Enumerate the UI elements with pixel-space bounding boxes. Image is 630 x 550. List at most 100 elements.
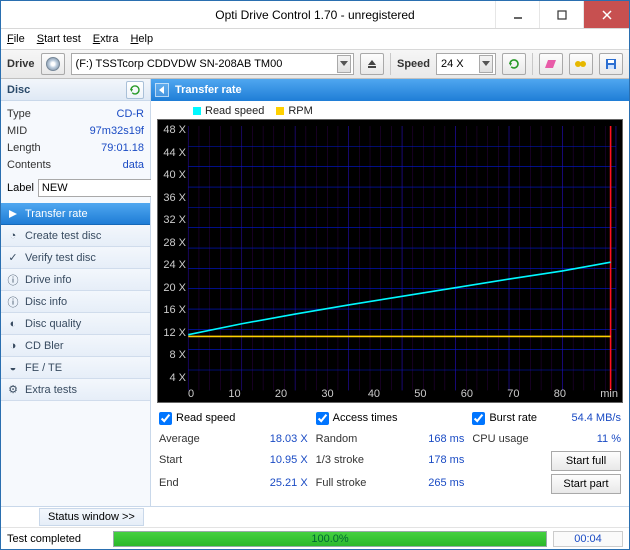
end-label: End (159, 477, 179, 489)
nav-label: Drive info (25, 274, 71, 286)
drive-label: Drive (7, 58, 35, 70)
start-value: 10.95 X (270, 454, 308, 466)
drive-select-value: (F:) TSSTcorp CDDVDW SN-208AB TM00 (76, 58, 283, 70)
cpu-value: 11 % (597, 433, 621, 445)
close-button[interactable] (583, 1, 629, 28)
titlebar: Opti Drive Control 1.70 - unregistered (1, 1, 629, 29)
disc-panel-title: Disc (7, 84, 30, 96)
average-value: 18.03 X (270, 433, 308, 445)
nav-extra-tests[interactable]: ⚙ Extra tests (1, 379, 150, 401)
cpu-label: CPU usage (472, 433, 528, 445)
start-part-button[interactable]: Start part (551, 474, 621, 494)
speed-label: Speed (397, 58, 430, 70)
nav-label: Extra tests (25, 384, 77, 396)
third-stroke-value: 178 ms (428, 454, 464, 466)
options-button[interactable] (569, 53, 593, 75)
third-stroke-label: 1/3 stroke (316, 454, 364, 466)
nav-list: Transfer rate ◔ Create test disc ✓ Verify … (1, 203, 150, 401)
disc-length-label: Length (7, 142, 41, 154)
disc-icon (46, 57, 60, 71)
collapse-icon[interactable] (155, 83, 169, 97)
app-window: Opti Drive Control 1.70 - unregistered F… (0, 0, 630, 550)
save-button[interactable] (599, 53, 623, 75)
full-stroke-label: Full stroke (316, 477, 367, 489)
start-label: Start (159, 454, 182, 466)
random-value: 168 ms (428, 433, 464, 445)
menu-help[interactable]: Help (130, 33, 153, 45)
chart-icon: ◑ (7, 340, 19, 352)
status-window-button[interactable]: Status window >> (39, 508, 144, 526)
nav-fe-te[interactable]: ◒ FE / TE (1, 357, 150, 379)
refresh-button[interactable] (502, 53, 526, 75)
info-icon: ⓘ (7, 296, 19, 308)
speed-select-value: 24 X (441, 58, 464, 70)
speed-select[interactable]: 24 X (436, 53, 496, 75)
nav-label: Disc info (25, 296, 67, 308)
nav-disc-quality[interactable]: ◐Disc quality (1, 313, 150, 335)
legend-rpm-label: RPM (288, 105, 312, 117)
menubar: File Start test Extra Help (1, 29, 629, 49)
transfer-rate-chart: 48 X44 X40 X36 X32 X28 X24 X20 X16 X12 X… (157, 119, 623, 403)
menu-extra[interactable]: Extra (93, 33, 119, 45)
test-status-label: Test completed (7, 533, 107, 545)
disc-info: TypeCD-R MID97m32s19f Length79:01.18 Con… (1, 101, 150, 177)
start-full-button[interactable]: Start full (551, 451, 621, 471)
progress-bar: 100.0% (113, 531, 547, 547)
check-icon: ✓ (7, 252, 19, 264)
legend-swatch-rpm (276, 107, 284, 115)
legend-read-label: Read speed (205, 105, 264, 117)
disc-type-value: CD-R (117, 108, 145, 120)
read-speed-checkbox[interactable]: Read speed (159, 412, 235, 425)
drive-select[interactable]: (F:) TSSTcorp CDDVDW SN-208AB TM00 (71, 53, 354, 75)
erase-button[interactable] (539, 53, 563, 75)
main-header: Transfer rate (151, 79, 629, 101)
nav-label: Verify test disc (25, 252, 96, 264)
nav-disc-info[interactable]: ⓘ Disc info (1, 291, 150, 313)
end-value: 25.21 X (270, 477, 308, 489)
nav-label: CD Bler (25, 340, 64, 352)
chevron-down-icon (479, 55, 493, 73)
menu-start-test[interactable]: Start test (37, 33, 81, 45)
toolbar: Drive (F:) TSSTcorp CDDVDW SN-208AB TM00… (1, 49, 629, 79)
nav-verify-test-disc[interactable]: ✓ Verify test disc (1, 247, 150, 269)
sidebar: Disc TypeCD-R MID97m32s19f Length79:01.1… (1, 79, 151, 506)
legend-swatch-read (193, 107, 201, 115)
nav-label: FE / TE (25, 362, 62, 374)
menu-file[interactable]: File (7, 33, 25, 45)
disc-contents-value: data (123, 159, 144, 171)
nav-transfer-rate[interactable]: Transfer rate (1, 203, 150, 225)
disc-contents-label: Contents (7, 159, 51, 171)
nav-cd-bler[interactable]: ◑ CD Bler (1, 335, 150, 357)
gear-icon: ⚙ (7, 384, 19, 396)
burst-rate-checkbox[interactable]: Burst rate (472, 412, 537, 425)
disc-icon: ◔ (7, 230, 19, 242)
progress-percent: 100.0% (114, 532, 546, 546)
nav-label: Create test disc (25, 230, 101, 242)
disc-label-label: Label (7, 182, 34, 194)
results-grid: Read speed Access times Burst rate54.4 M… (151, 405, 629, 494)
main-panel: Transfer rate Read speed RPM 48 X44 X40 … (151, 79, 629, 506)
random-label: Random (316, 433, 358, 445)
chevron-down-icon (337, 55, 351, 73)
disc-length-value: 79:01.18 (101, 142, 144, 154)
disc-panel-header: Disc (1, 79, 150, 101)
full-stroke-value: 265 ms (428, 477, 464, 489)
disc-refresh-button[interactable] (126, 81, 144, 99)
minimize-button[interactable] (495, 1, 539, 28)
disc-type-label: Type (7, 108, 31, 120)
main-title: Transfer rate (175, 84, 242, 96)
drive-icon-button[interactable] (41, 53, 65, 75)
elapsed-time: 00:04 (553, 531, 623, 547)
eject-button[interactable] (360, 53, 384, 75)
nav-label: Transfer rate (25, 208, 88, 220)
maximize-button[interactable] (539, 1, 583, 28)
chart-icon: ◒ (7, 362, 19, 374)
average-label: Average (159, 433, 200, 445)
play-icon (7, 208, 19, 220)
access-times-checkbox[interactable]: Access times (316, 412, 398, 425)
info-icon: ⓘ (7, 274, 19, 286)
nav-create-test-disc[interactable]: ◔ Create test disc (1, 225, 150, 247)
footer: Status window >> Test completed 100.0% 0… (1, 506, 629, 549)
nav-drive-info[interactable]: ⓘ Drive info (1, 269, 150, 291)
chart-icon: ◐ (7, 318, 19, 330)
